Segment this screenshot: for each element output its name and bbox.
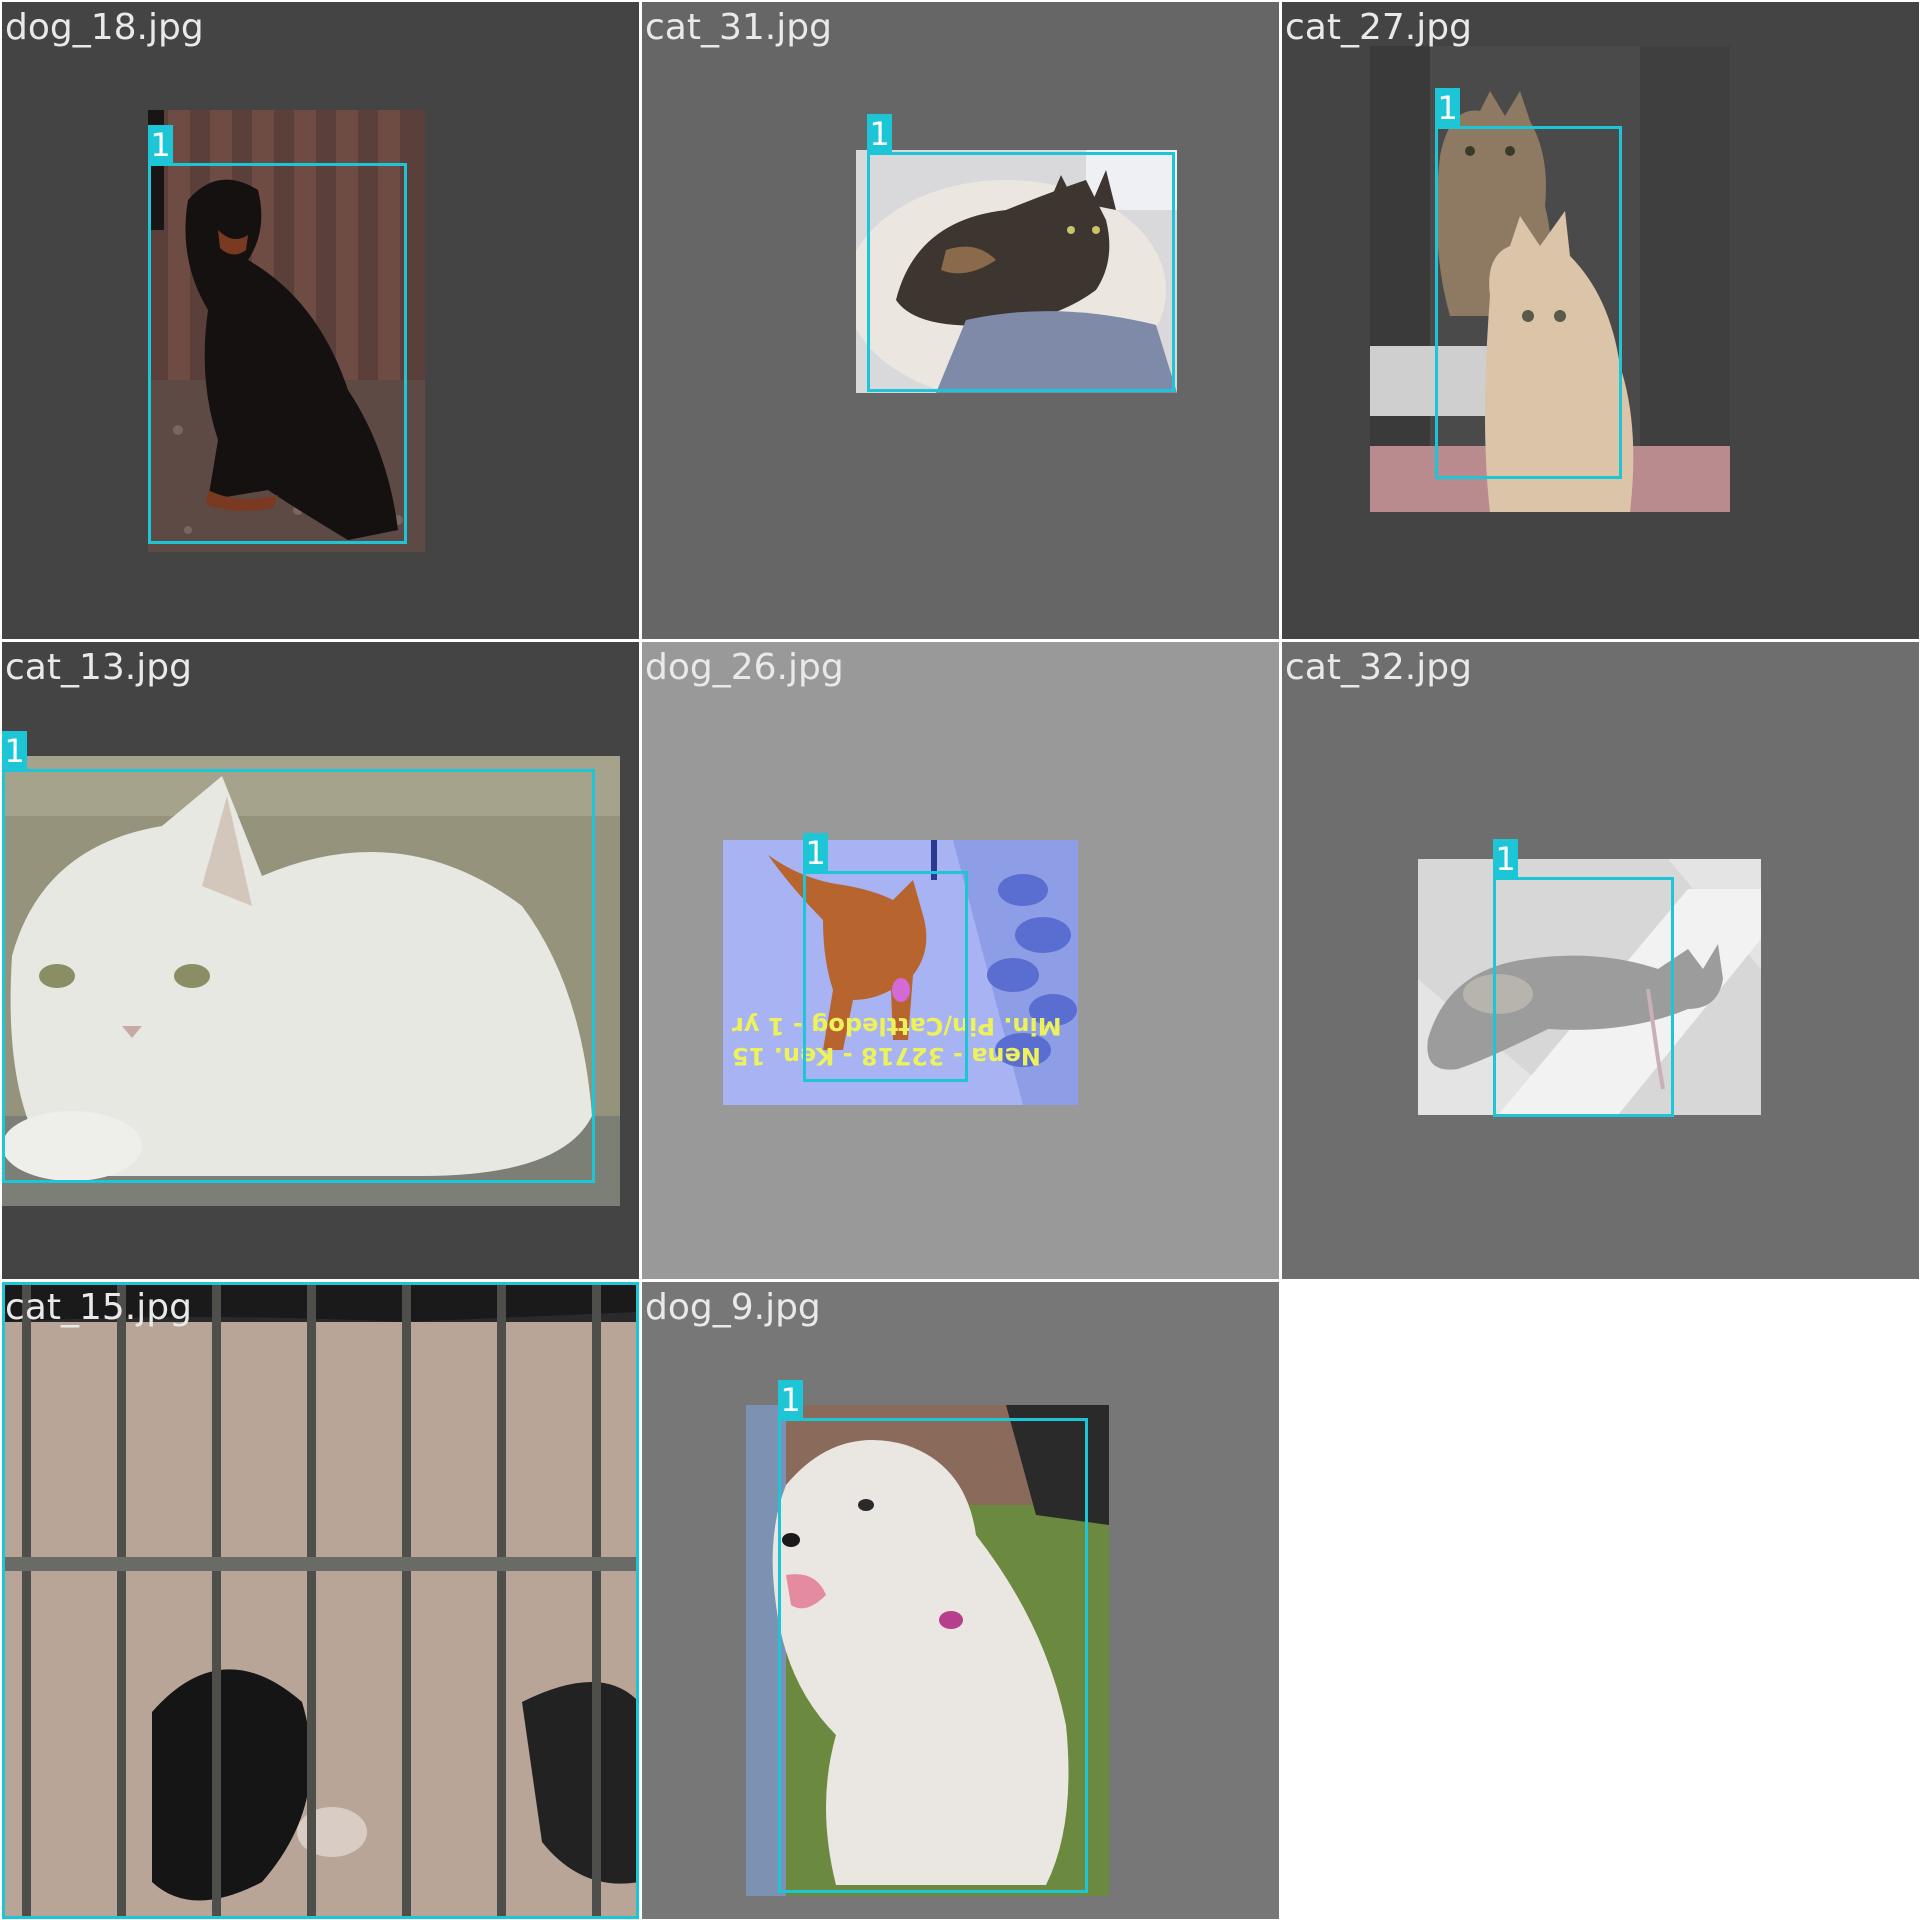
- filename-label: cat_15.jpg: [5, 1287, 192, 1328]
- tile-cat-32: 1 cat_32.jpg: [1282, 642, 1919, 1279]
- tile-cat-15: 1 cat_15.jpg: [2, 1282, 639, 1919]
- class-label: 1: [2, 731, 27, 770]
- class-label: 1: [803, 833, 828, 872]
- class-label: 1: [148, 125, 173, 164]
- bounding-box: 1: [803, 833, 968, 1082]
- bounding-box: 1: [148, 125, 407, 544]
- bounding-box: 1: [1493, 839, 1674, 1117]
- filename-label: cat_32.jpg: [1285, 647, 1472, 688]
- tile-cat-27: 1 cat_27.jpg: [1282, 2, 1919, 639]
- filename-label: cat_13.jpg: [5, 647, 192, 688]
- class-label: 1: [1435, 88, 1460, 127]
- tile-dog-9: 1 dog_9.jpg: [642, 1282, 1279, 1919]
- detection-mosaic: 1 dog_18.jpg 1 cat_31.jpg 1 cat_27.jpg 1…: [0, 0, 1920, 1920]
- bounding-box: 1: [2, 731, 595, 1183]
- tile-dog-18: 1 dog_18.jpg: [2, 2, 639, 639]
- class-label: 1: [1493, 839, 1518, 878]
- bounding-box: 1: [778, 1380, 1088, 1893]
- filename-label: cat_31.jpg: [645, 7, 832, 48]
- empty-cell: [1282, 1282, 1920, 1920]
- class-label: 1: [867, 114, 892, 153]
- bounding-box: 1: [867, 114, 1175, 392]
- filename-label: dog_18.jpg: [5, 7, 204, 48]
- bounding-box: 1: [2, 1282, 639, 1919]
- tile-cat-13: 1 cat_13.jpg: [2, 642, 639, 1279]
- class-label: 1: [2, 1282, 27, 1288]
- tile-cat-31: 1 cat_31.jpg: [642, 2, 1279, 639]
- filename-label: dog_26.jpg: [645, 647, 844, 688]
- filename-label: cat_27.jpg: [1285, 7, 1472, 48]
- filename-label: dog_9.jpg: [645, 1287, 821, 1328]
- bounding-box: 1: [1435, 88, 1622, 479]
- class-label: 1: [778, 1380, 803, 1419]
- tile-dog-26: Nena - 32718 - Ken. 15 Min. Pin/Cattledo…: [642, 642, 1279, 1279]
